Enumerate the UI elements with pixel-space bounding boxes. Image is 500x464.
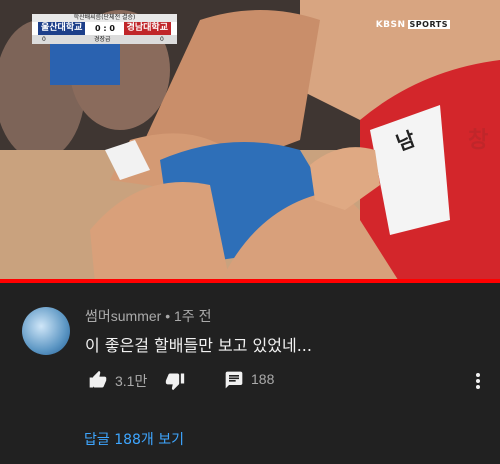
shorts-text: 창 <box>468 128 489 153</box>
scoreboard-title: 학산배씨름(단체전 결승) <box>32 14 177 22</box>
view-replies-link[interactable]: 답글 188개 보기 <box>84 429 184 449</box>
video-frame[interactable]: 학산배씨름(단체전 결승) 울산대학교 0 : 0 경남대학교 0 경장급 0 … <box>0 0 500 283</box>
comment-meta: 썸머summer • 1주 전 <box>85 306 211 326</box>
thumbs-up-icon[interactable] <box>88 370 108 390</box>
more-vert-icon[interactable] <box>470 370 486 392</box>
broadcaster-main: KBSN <box>375 20 406 30</box>
team-right: 경남대학교 <box>123 22 171 35</box>
broadcaster-sub: SPORTS <box>407 20 450 29</box>
video-progress-bar[interactable] <box>0 279 500 283</box>
score-separator: : <box>103 24 107 33</box>
comment-actions: 3.1만 188 <box>85 368 485 392</box>
sub-score-right: 0 <box>160 36 164 43</box>
broadcaster-logo: KBSN SPORTS <box>376 20 450 30</box>
reply-count: 188 <box>251 371 275 387</box>
comment-text: 이 좋은걸 할배들만 보고 있었네... <box>85 336 312 355</box>
score-left: 0 <box>95 24 101 33</box>
comment-icon[interactable] <box>224 370 244 390</box>
weight-class: 경장급 <box>94 36 111 43</box>
scoreboard: 학산배씨름(단체전 결승) 울산대학교 0 : 0 경남대학교 0 경장급 0 <box>32 14 177 44</box>
meta-separator: • <box>165 308 171 324</box>
video-progress-fill <box>0 279 500 283</box>
team-left: 울산대학교 <box>38 22 86 35</box>
like-count: 3.1만 <box>115 373 148 389</box>
avatar[interactable] <box>22 307 70 355</box>
thumbs-down-icon[interactable] <box>165 371 185 391</box>
score-right: 0 <box>109 24 115 33</box>
score: 0 : 0 <box>90 22 120 35</box>
comment-time: 1주 전 <box>174 308 212 324</box>
comment-author[interactable]: 썸머summer <box>85 308 161 324</box>
sub-score-left: 0 <box>42 36 46 43</box>
